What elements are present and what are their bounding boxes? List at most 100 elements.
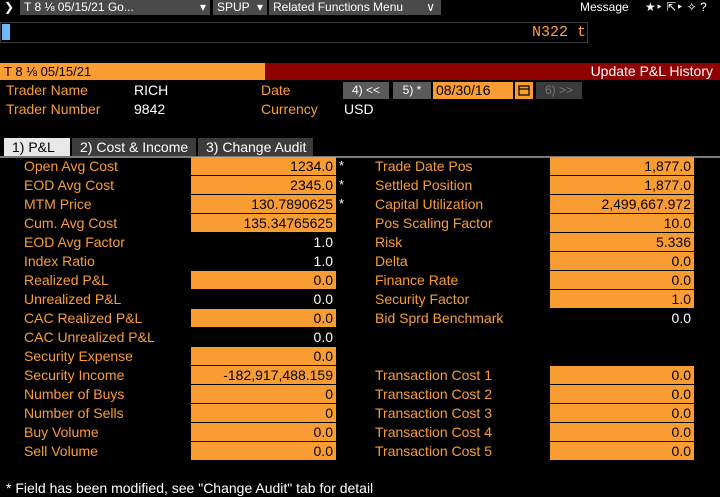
right-field-label: Capital Utilization [375, 196, 484, 212]
trader-number-label: Trader Number [6, 101, 101, 117]
security-header: T 8 ⅛ 05/15/21 [0, 63, 265, 80]
right-field-value[interactable]: 0.0 [550, 271, 694, 289]
right-field-value: 0.0 [671, 310, 691, 326]
command-cursor-icon [2, 24, 10, 40]
page-title: Update P&L History [265, 63, 720, 80]
left-field-value[interactable]: 0 [191, 385, 336, 403]
left-field-value[interactable]: 2345.0 [191, 176, 336, 194]
left-field-value[interactable]: 130.7890625 [191, 195, 336, 213]
modified-marker: * [339, 196, 345, 211]
left-field-value[interactable]: 0 [191, 404, 336, 422]
next-date-button[interactable]: 6) >> [536, 82, 582, 99]
right-field-value[interactable]: 2,499,667.972 [550, 195, 694, 213]
right-field-value[interactable]: 0.0 [550, 366, 694, 384]
modified-marker: * [339, 158, 345, 173]
right-field-value[interactable]: 0.0 [550, 442, 694, 460]
help-icon[interactable]: ? [700, 0, 707, 14]
modified-marker: * [339, 177, 345, 192]
tab-change-audit[interactable]: 3) Change Audit [198, 138, 313, 156]
left-field-value[interactable]: -182,917,488.159 [191, 366, 336, 384]
left-field-value: 0.0 [313, 329, 333, 345]
calendar-icon[interactable] [515, 82, 533, 99]
tab-cost-income[interactable]: 2) Cost & Income [72, 138, 196, 156]
left-field-label: Number of Sells [24, 405, 124, 421]
currency-value: USD [344, 101, 374, 117]
right-field-value[interactable]: 1,877.0 [550, 157, 694, 175]
function-selector[interactable]: SPUP ▾ [213, 0, 267, 15]
dropdown-arrow-icon: ▾ [199, 0, 206, 14]
right-field-value[interactable]: 0.0 [550, 385, 694, 403]
right-field-label: Finance Rate [375, 272, 459, 288]
right-field-label: Pos Scaling Factor [375, 215, 493, 231]
related-functions-label: Related Functions Menu [273, 0, 404, 14]
right-field-label: Transaction Cost 5 [375, 443, 492, 459]
message-button[interactable]: Message [580, 0, 629, 15]
right-field-value[interactable]: 0.0 [550, 423, 694, 441]
left-field-label: EOD Avg Factor [24, 234, 125, 250]
right-field-label: Bid Sprd Benchmark [375, 310, 504, 326]
left-field-label: CAC Realized P&L [24, 310, 143, 326]
right-field-label: Delta [375, 253, 408, 269]
function-selector-label: SPUP [217, 0, 250, 14]
left-field-label: CAC Unrealized P&L [24, 329, 155, 345]
dropdown-arrow-icon: ▾ [256, 0, 263, 14]
top-toolbar: ❯ T 8 ⅛ 05/15/21 Go... ▾ SPUP ▾ Related … [0, 0, 720, 16]
trader-name-label: Trader Name [6, 82, 88, 98]
left-field-value[interactable]: 135.34765625 [191, 214, 336, 232]
left-field-label: Sell Volume [24, 443, 98, 459]
related-functions-menu[interactable]: Related Functions Menu ∨ [269, 0, 441, 15]
right-field-value[interactable]: 1,877.0 [550, 176, 694, 194]
left-field-label: Security Expense [24, 348, 133, 364]
trader-number-value: 9842 [134, 101, 166, 117]
left-field-value[interactable]: 0.0 [191, 442, 336, 460]
left-field-value[interactable]: 0.0 [191, 271, 336, 289]
date-field[interactable]: 08/30/16 [433, 82, 513, 99]
right-field-value[interactable]: 1.0 [550, 290, 694, 308]
left-field-label: Open Avg Cost [24, 158, 118, 174]
left-field-value[interactable]: 0.0 [191, 347, 336, 365]
mark-date-button[interactable]: 5) * [393, 82, 431, 99]
command-line[interactable] [0, 22, 588, 43]
left-field-label: Cum. Avg Cost [24, 215, 118, 231]
left-field-label: EOD Avg Cost [24, 177, 115, 193]
settings-icon[interactable]: ✧ [687, 0, 697, 14]
right-field-label: Trade Date Pos [375, 158, 473, 174]
tab-pnl[interactable]: 1) P&L [4, 138, 70, 156]
left-field-value[interactable]: 0.0 [191, 309, 336, 327]
date-label: Date [261, 82, 291, 98]
command-text: N322 t [531, 24, 586, 41]
right-field-label: Transaction Cost 4 [375, 424, 492, 440]
left-field-value[interactable]: 0.0 [191, 423, 336, 441]
left-field-value[interactable]: 1234.0 [191, 157, 336, 175]
right-field-label: Settled Position [375, 177, 473, 193]
right-field-label: Security Factor [375, 291, 470, 307]
right-field-value[interactable]: 0.0 [550, 404, 694, 422]
chevron-down-icon: ∨ [426, 0, 435, 14]
left-field-label: Security Income [24, 367, 125, 383]
left-field-label: Number of Buys [24, 386, 125, 402]
left-field-label: Buy Volume [24, 424, 99, 440]
right-field-label: Risk [375, 234, 403, 250]
right-field-label: Transaction Cost 1 [375, 367, 492, 383]
security-selector-label: T 8 ⅛ 05/15/21 Go... [24, 0, 134, 14]
currency-label: Currency [261, 101, 318, 117]
right-field-label: Transaction Cost 2 [375, 386, 492, 402]
left-field-value: 0.0 [313, 291, 333, 307]
right-field-value[interactable]: 0.0 [550, 252, 694, 270]
left-field-value: 1.0 [313, 253, 333, 269]
left-field-label: Realized P&L [24, 272, 109, 288]
prev-date-button[interactable]: 4) << [343, 82, 389, 99]
left-field-label: MTM Price [24, 196, 92, 212]
right-field-value[interactable]: 5.336 [550, 233, 694, 251]
right-field-value[interactable]: 10.0 [550, 214, 694, 232]
left-field-label: Index Ratio [24, 253, 95, 269]
security-selector[interactable]: T 8 ⅛ 05/15/21 Go... ▾ [20, 0, 210, 15]
export-icon[interactable]: ⇱‣ [666, 0, 683, 14]
star-icon[interactable]: ★‣ [645, 0, 663, 14]
right-field-label: Transaction Cost 3 [375, 405, 492, 421]
toolbar-icons: ★‣ ⇱‣ ✧ ? [645, 0, 707, 15]
menu-chevron-icon[interactable]: ❯ [0, 0, 18, 15]
left-field-value: 1.0 [313, 234, 333, 250]
footer-note: * Field has been modified, see "Change A… [6, 480, 374, 496]
left-field-label: Unrealized P&L [24, 291, 122, 307]
